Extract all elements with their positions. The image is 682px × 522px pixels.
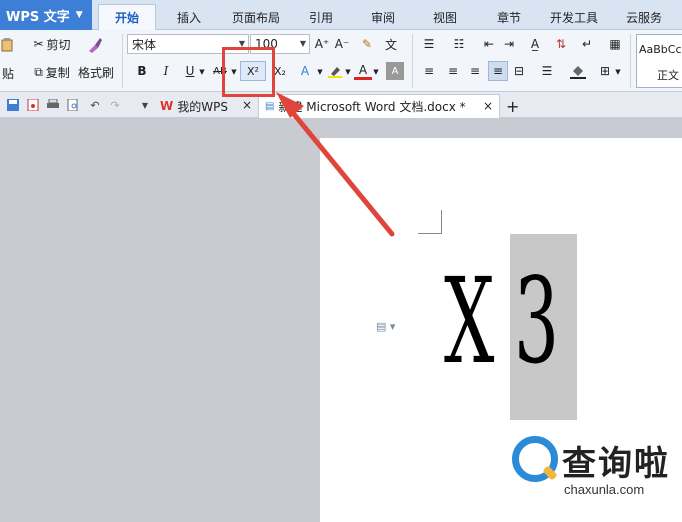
watermark-title: 查询啦 (562, 444, 670, 484)
watermark-logo-icon (512, 436, 558, 482)
watermark: 查询啦 chaxunla.com (506, 436, 682, 502)
watermark-subtitle: chaxunla.com (564, 482, 645, 497)
